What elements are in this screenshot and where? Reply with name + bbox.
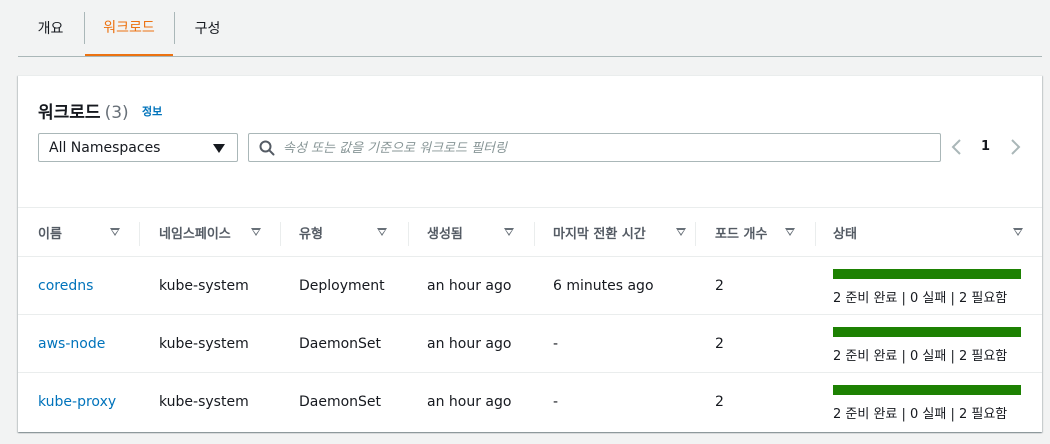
- panel-title: 워크로드 (3): [38, 98, 129, 123]
- namespace-select[interactable]: All Namespaces: [38, 133, 238, 162]
- column-header-label: 포드 개수: [715, 227, 768, 242]
- column-divider: [815, 222, 816, 246]
- page-number[interactable]: 1: [981, 139, 990, 154]
- sort-caret-icon: [1013, 228, 1023, 236]
- workload-count: (3): [104, 103, 129, 123]
- search-icon: [259, 140, 275, 156]
- workload-name-link[interactable]: aws-node: [38, 315, 105, 373]
- tab-overview[interactable]: 개요: [18, 0, 83, 56]
- sort-caret-icon: [504, 228, 514, 236]
- column-header-created[interactable]: 생성됨: [427, 208, 535, 257]
- table-header: 이름 네임스페이스 유형 생성됨 마지막 전환 시간 포드 개수 상태: [18, 207, 1042, 257]
- table-row: coredns kube-system Deployment an hour a…: [18, 257, 1042, 315]
- last-transition-cell: 6 minutes ago: [553, 278, 654, 294]
- chevron-right-icon[interactable]: [1008, 138, 1022, 156]
- column-header-label: 마지막 전환 시간: [553, 227, 646, 242]
- last-transition-cell: -: [553, 394, 559, 410]
- column-header-type[interactable]: 유형: [299, 208, 407, 257]
- status-progress-bar: [833, 327, 1021, 337]
- column-header-label: 생성됨: [427, 227, 463, 242]
- sort-caret-icon: [110, 228, 120, 236]
- column-header-label: 유형: [299, 227, 323, 242]
- sort-caret-icon: [785, 228, 795, 236]
- status-progress-bar: [833, 269, 1021, 279]
- type-cell: DaemonSet: [299, 394, 382, 410]
- status-progress-bar: [833, 385, 1021, 395]
- filter-input[interactable]: [283, 138, 923, 158]
- created-cell: an hour ago: [427, 278, 512, 294]
- column-header-label: 네임스페이스: [159, 227, 231, 242]
- tab-configuration[interactable]: 구성: [175, 0, 240, 56]
- pod-count-cell: 2: [715, 278, 724, 294]
- table-row: kube-proxy kube-system DaemonSet an hour…: [18, 373, 1042, 431]
- type-cell: Deployment: [299, 278, 385, 294]
- status-text: 2 준비 완료 | 0 실패 | 2 필요함: [833, 349, 1008, 364]
- type-cell: DaemonSet: [299, 336, 382, 352]
- workload-name-link[interactable]: coredns: [38, 257, 93, 315]
- column-header-label: 상태: [833, 227, 857, 242]
- created-cell: an hour ago: [427, 394, 512, 410]
- column-header-status[interactable]: 상태: [833, 208, 1033, 257]
- column-divider: [139, 222, 140, 246]
- column-divider: [695, 222, 696, 246]
- column-header-name[interactable]: 이름: [38, 208, 138, 257]
- sort-caret-icon: [377, 228, 387, 236]
- column-divider: [280, 222, 281, 246]
- chevron-left-icon[interactable]: [950, 138, 964, 156]
- column-header-namespace[interactable]: 네임스페이스: [159, 208, 279, 257]
- filter-field[interactable]: [248, 133, 941, 162]
- tab-bar: 개요 워크로드 구성: [18, 0, 1042, 57]
- last-transition-cell: -: [553, 336, 559, 352]
- column-divider: [534, 222, 535, 246]
- column-header-label: 이름: [38, 227, 62, 242]
- sort-caret-icon: [676, 228, 686, 236]
- workload-name-link[interactable]: kube-proxy: [38, 373, 116, 431]
- info-link[interactable]: 정보: [142, 103, 162, 119]
- namespace-cell: kube-system: [159, 394, 249, 410]
- table-row: aws-node kube-system DaemonSet an hour a…: [18, 315, 1042, 373]
- namespace-cell: kube-system: [159, 336, 249, 352]
- tab-workloads[interactable]: 워크로드: [85, 0, 173, 56]
- pod-count-cell: 2: [715, 336, 724, 352]
- caret-down-icon: [213, 144, 225, 153]
- sort-caret-icon: [251, 228, 261, 236]
- column-header-pod-count[interactable]: 포드 개수: [715, 208, 815, 257]
- workloads-panel: 워크로드(3) 정보 All Namespaces 1 이름 네임스페이스 유형: [18, 75, 1042, 432]
- namespace-select-value: All Namespaces: [49, 139, 161, 156]
- status-text: 2 준비 완료 | 0 실패 | 2 필요함: [833, 407, 1008, 422]
- namespace-cell: kube-system: [159, 278, 249, 294]
- pod-count-cell: 2: [715, 394, 724, 410]
- column-header-last-transition[interactable]: 마지막 전환 시간: [553, 208, 693, 257]
- status-text: 2 준비 완료 | 0 실패 | 2 필요함: [833, 291, 1008, 306]
- column-divider: [408, 222, 409, 246]
- created-cell: an hour ago: [427, 336, 512, 352]
- panel-title-text: 워크로드: [38, 103, 101, 123]
